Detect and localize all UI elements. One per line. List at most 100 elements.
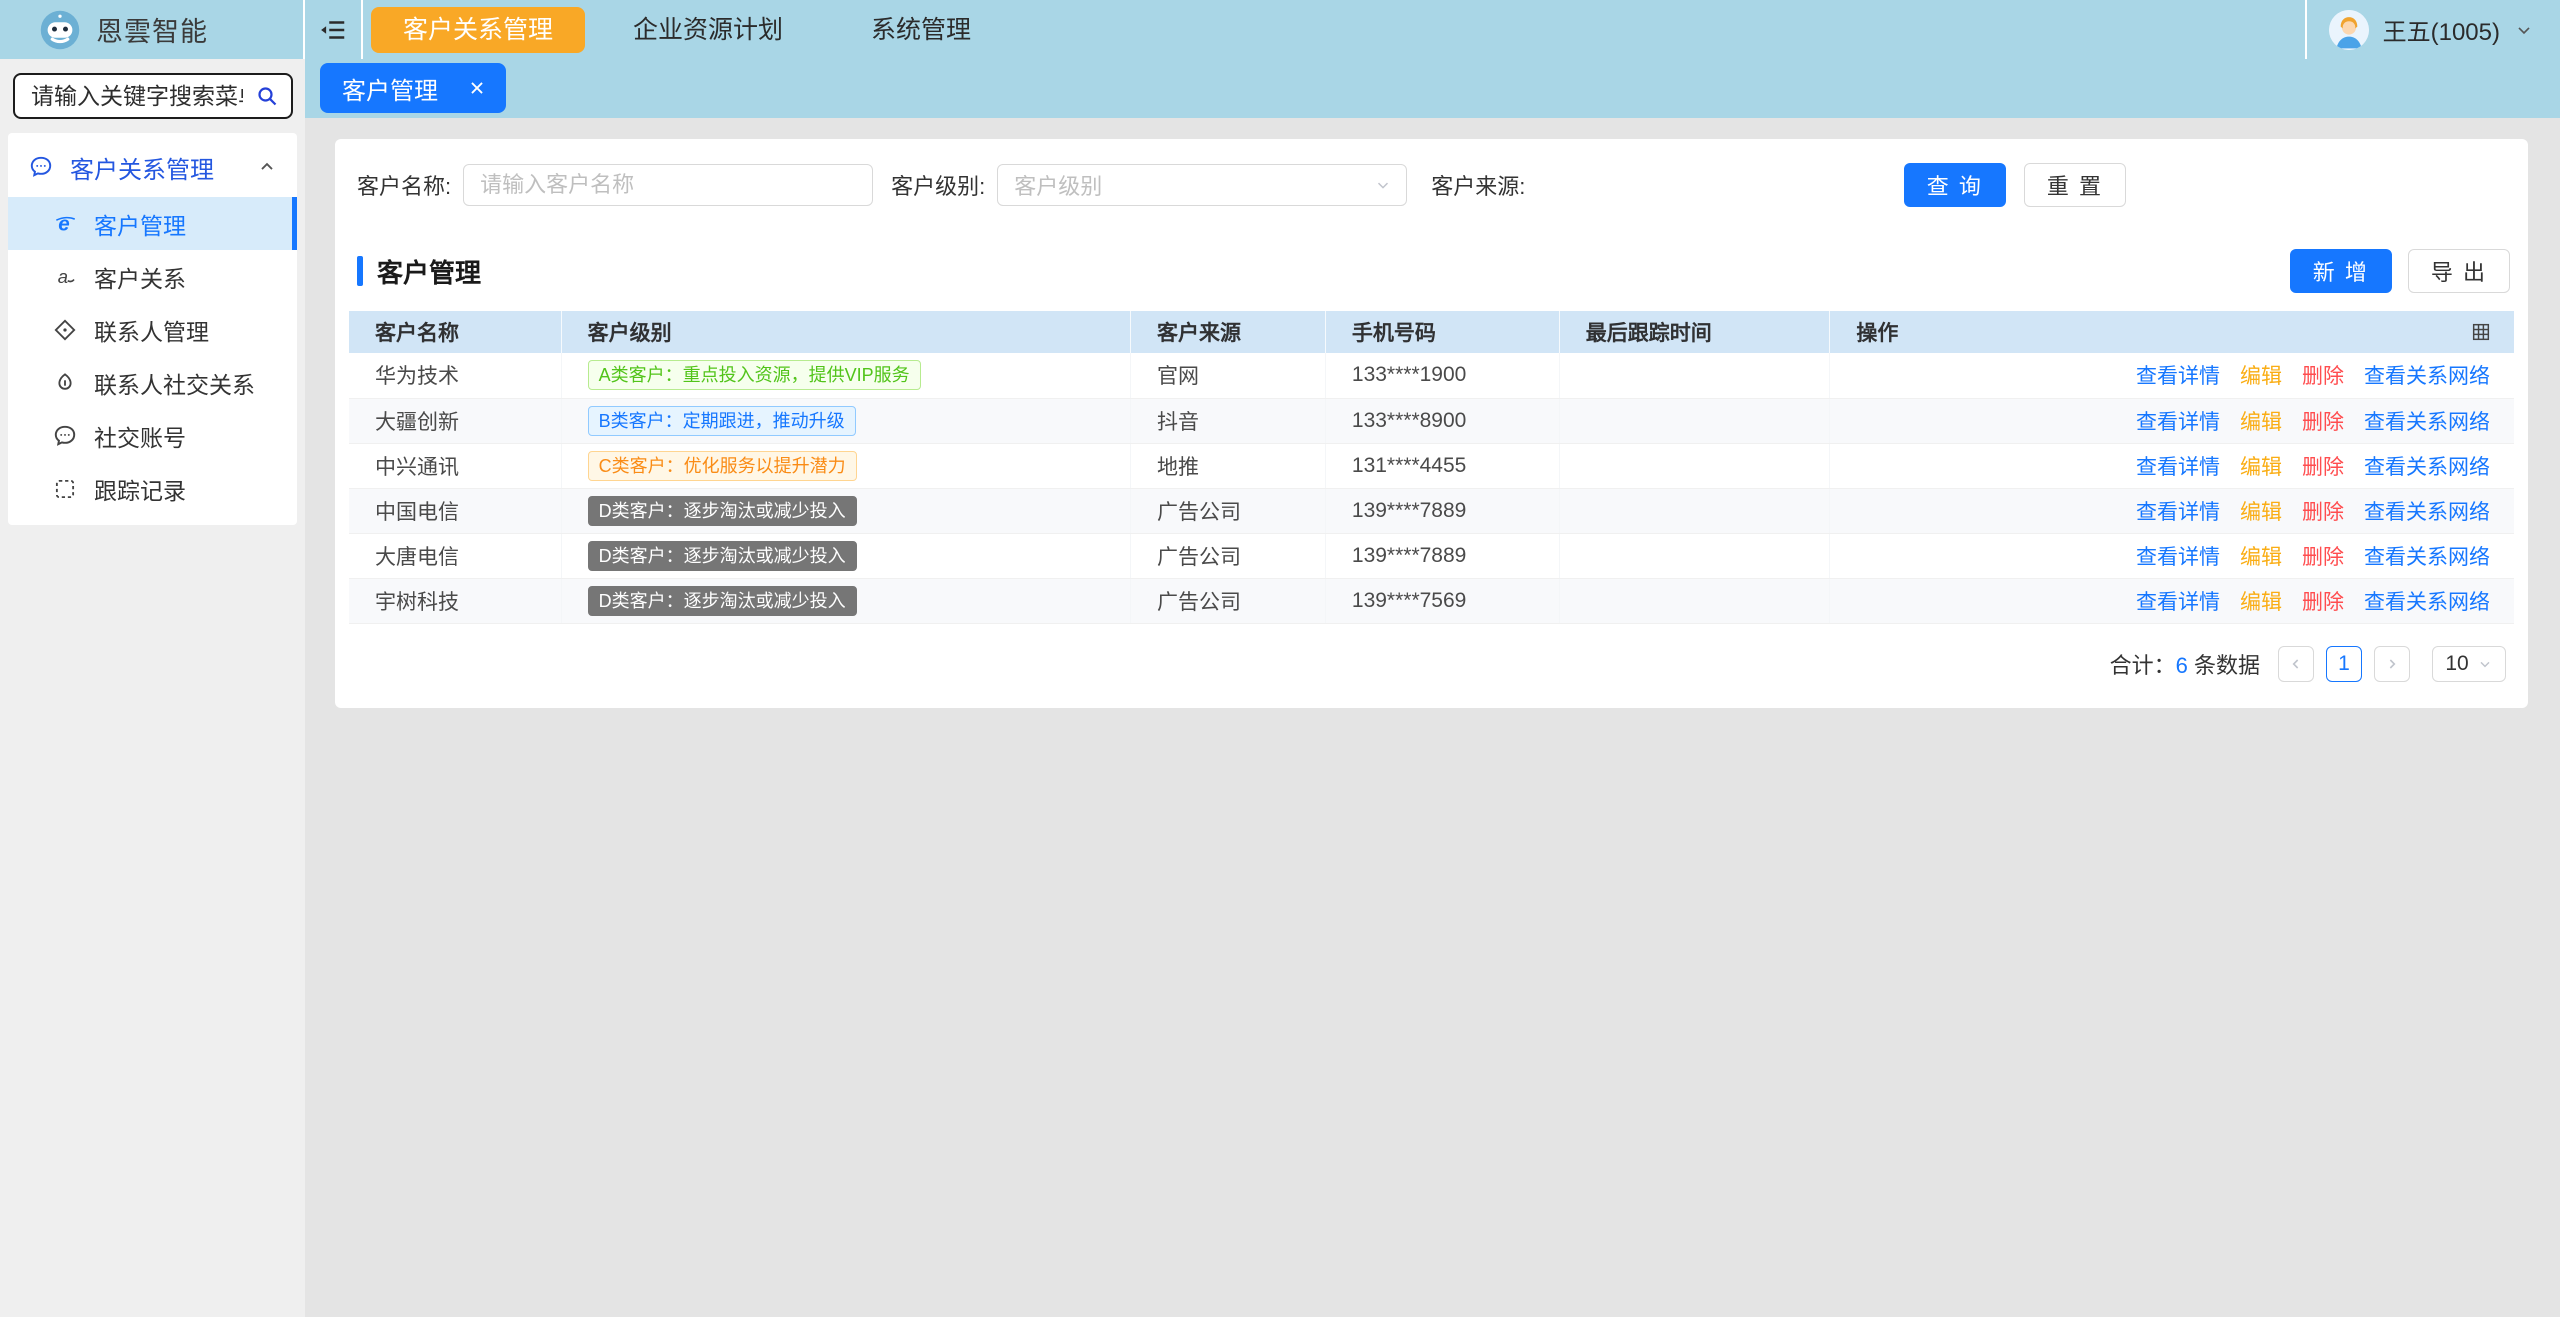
page-number-1[interactable]: 1	[2326, 646, 2362, 682]
menu-group-label: 客户关系管理	[70, 150, 214, 185]
action-net-link[interactable]: 查看关系网络	[2364, 501, 2490, 524]
action-edit-link[interactable]: 编辑	[2240, 591, 2282, 614]
cell-customer-level: C类客户：优化服务以提升潜力	[561, 443, 1130, 488]
action-del-link[interactable]: 删除	[2302, 546, 2344, 569]
svg-text:e: e	[58, 212, 69, 235]
page-size-select[interactable]: 10	[2432, 646, 2506, 682]
nav-item-erp[interactable]: 企业资源计划	[593, 7, 823, 53]
menu-search	[13, 73, 293, 119]
tab-customer-management[interactable]: 客户管理	[320, 63, 506, 113]
add-button[interactable]: 新 增	[2290, 249, 2392, 293]
level-tag: D类客户：逐步淘汰或减少投入	[588, 541, 857, 571]
page-size-value: 10	[2445, 652, 2468, 676]
sidebar-menu-items: e 客户管理 a 客户关系 联系人管理 联系人社交关系 社交账号 跟踪记录	[8, 197, 297, 515]
dashed-square-icon	[52, 476, 78, 502]
close-icon[interactable]	[466, 77, 488, 99]
sidebar-menu: 客户关系管理 e 客户管理 a 客户关系 联系人管理 联系人社交关系 社交账号 …	[8, 133, 297, 525]
sidebar-item-客户关系[interactable]: a 客户关系	[8, 250, 297, 303]
export-button[interactable]: 导 出	[2408, 249, 2510, 293]
user-menu[interactable]: 王五(1005)	[2305, 0, 2560, 59]
action-edit-link[interactable]: 编辑	[2240, 546, 2282, 569]
cell-customer-name: 中国电信	[349, 488, 561, 533]
chevron-right-icon	[2384, 656, 2400, 672]
cell-actions: 查看详情编辑删除查看关系网络	[1830, 353, 2514, 398]
action-edit-link[interactable]: 编辑	[2240, 456, 2282, 479]
action-net-link[interactable]: 查看关系网络	[2364, 411, 2490, 434]
nav-item-crm[interactable]: 客户关系管理	[371, 7, 585, 53]
browser-icon: e	[52, 211, 78, 237]
table-header-row: 客户名称 客户级别 客户来源 手机号码 最后跟踪时间 操作	[349, 311, 2514, 353]
collapse-menu-button[interactable]	[305, 0, 363, 59]
action-del-link[interactable]: 删除	[2302, 365, 2344, 388]
pen-icon	[52, 370, 78, 396]
reset-button[interactable]: 重 置	[2024, 163, 2126, 207]
cell-actions: 查看详情编辑删除查看关系网络	[1830, 578, 2514, 623]
cell-customer-source: 地推	[1131, 443, 1326, 488]
cell-customer-name: 宇树科技	[349, 578, 561, 623]
action-view-link[interactable]: 查看详情	[2136, 456, 2220, 479]
cell-phone: 139****7569	[1325, 578, 1559, 623]
prev-page-button[interactable]	[2278, 646, 2314, 682]
action-view-link[interactable]: 查看详情	[2136, 591, 2220, 614]
column-settings-grid-icon[interactable]	[2470, 321, 2492, 343]
action-del-link[interactable]: 删除	[2302, 591, 2344, 614]
action-del-link[interactable]: 删除	[2302, 456, 2344, 479]
cell-last-track-time	[1559, 353, 1830, 398]
sidebar-item-跟踪记录[interactable]: 跟踪记录	[8, 462, 297, 515]
chevron-up-icon	[257, 157, 277, 177]
level-tag: A类客户：重点投入资源，提供VIP服务	[588, 360, 921, 390]
action-view-link[interactable]: 查看详情	[2136, 546, 2220, 569]
customer-name-input[interactable]	[463, 164, 873, 206]
customer-level-select[interactable]: 客户级别	[997, 164, 1407, 206]
diamond-icon	[52, 317, 78, 343]
tab-label: 客户管理	[342, 71, 438, 106]
panel-header: 客户管理 新 增 导 出	[357, 249, 2510, 293]
action-net-link[interactable]: 查看关系网络	[2364, 365, 2490, 388]
customer-card: 客户名称: 客户级别: 客户级别 客户来源: 查 询 重 置	[335, 139, 2528, 708]
action-net-link[interactable]: 查看关系网络	[2364, 546, 2490, 569]
menu-group-crm[interactable]: 客户关系管理	[8, 137, 297, 197]
cell-customer-source: 广告公司	[1131, 488, 1326, 533]
nav-item-system[interactable]: 系统管理	[831, 7, 1011, 53]
panel-buttons: 新 增 导 出	[2290, 249, 2510, 293]
sidebar-item-联系人社交关系[interactable]: 联系人社交关系	[8, 356, 297, 409]
action-view-link[interactable]: 查看详情	[2136, 411, 2220, 434]
menu-search-input[interactable]	[13, 73, 293, 119]
action-view-link[interactable]: 查看详情	[2136, 365, 2220, 388]
action-view-link[interactable]: 查看详情	[2136, 501, 2220, 524]
cell-last-track-time	[1559, 578, 1830, 623]
sidebar-item-社交账号[interactable]: 社交账号	[8, 409, 297, 462]
col-actions: 操作	[1830, 311, 2514, 353]
col-last-track-time: 最后跟踪时间	[1559, 311, 1830, 353]
panel-title: 客户管理	[377, 253, 481, 290]
action-del-link[interactable]: 删除	[2302, 501, 2344, 524]
next-page-button[interactable]	[2374, 646, 2410, 682]
menu-fold-icon	[318, 15, 348, 45]
action-net-link[interactable]: 查看关系网络	[2364, 591, 2490, 614]
sidebar-item-客户管理[interactable]: e 客户管理	[8, 197, 297, 250]
tab-bar: 客户管理	[305, 59, 2560, 118]
search-icon[interactable]	[255, 84, 279, 108]
search-button[interactable]: 查 询	[1904, 163, 2006, 207]
level-select-placeholder: 客户级别	[1014, 169, 1102, 201]
customer-table-body: 华为技术 A类客户：重点投入资源，提供VIP服务 官网 133****1900 …	[349, 353, 2514, 623]
sidebar-item-联系人管理[interactable]: 联系人管理	[8, 303, 297, 356]
cell-last-track-time	[1559, 398, 1830, 443]
action-del-link[interactable]: 删除	[2302, 411, 2344, 434]
action-edit-link[interactable]: 编辑	[2240, 411, 2282, 434]
chevron-down-icon	[2514, 20, 2534, 40]
brand-logo: 恩雲智能	[0, 0, 305, 59]
table-row: 中兴通讯 C类客户：优化服务以提升潜力 地推 131****4455 查看详情编…	[349, 443, 2514, 488]
main-area: 客户管理 客户名称: 客户级别: 客户级别 客户来源:	[305, 59, 2560, 1317]
sidebar-menu-item-label: 跟踪记录	[94, 472, 186, 506]
customer-table: 客户名称 客户级别 客户来源 手机号码 最后跟踪时间 操作	[349, 311, 2514, 624]
action-edit-link[interactable]: 编辑	[2240, 501, 2282, 524]
col-customer-source: 客户来源	[1131, 311, 1326, 353]
action-edit-link[interactable]: 编辑	[2240, 365, 2282, 388]
action-net-link[interactable]: 查看关系网络	[2364, 456, 2490, 479]
cell-last-track-time	[1559, 533, 1830, 578]
chat-bubble-icon	[28, 154, 54, 180]
cell-customer-level: D类客户：逐步淘汰或减少投入	[561, 533, 1130, 578]
col-customer-level: 客户级别	[561, 311, 1130, 353]
cell-actions: 查看详情编辑删除查看关系网络	[1830, 443, 2514, 488]
